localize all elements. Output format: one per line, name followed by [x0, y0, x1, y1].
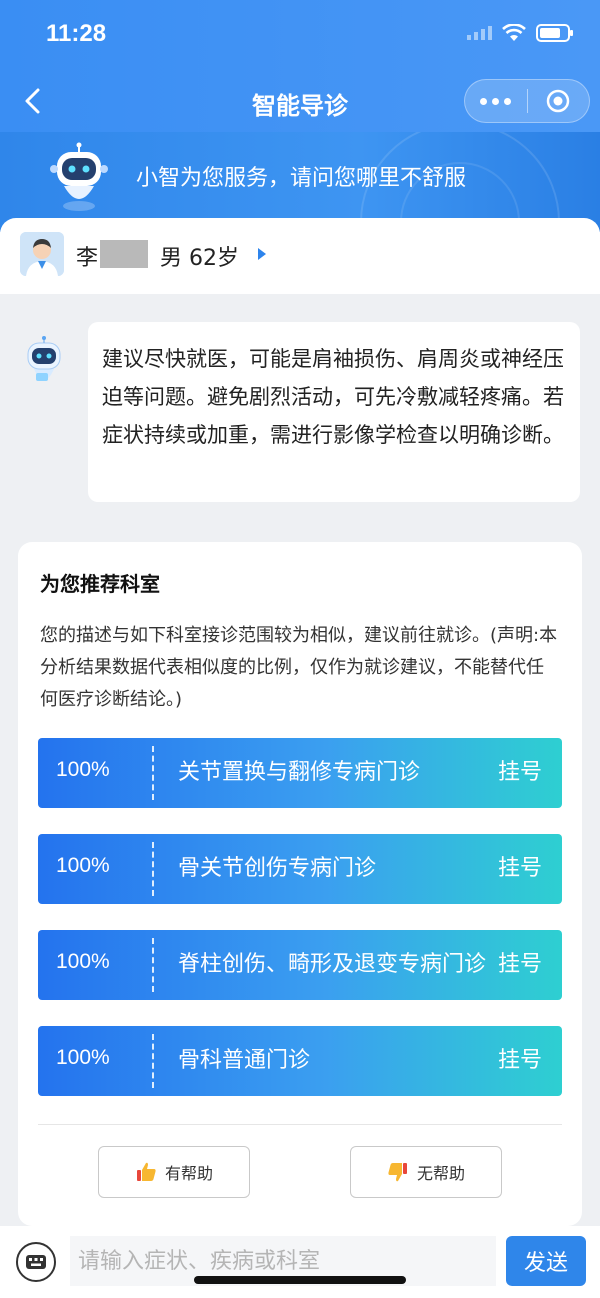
status-time: 11:28 — [46, 20, 107, 47]
home-indicator — [194, 1276, 406, 1284]
similarity-percent: 100% — [56, 758, 110, 781]
department-item[interactable]: 100% 脊柱创伤、畸形及退变专病门诊 挂号 — [38, 930, 562, 1000]
input-bar: 发送 — [0, 1226, 600, 1298]
register-button[interactable]: 挂号 — [490, 1045, 542, 1077]
send-button[interactable]: 发送 — [506, 1236, 586, 1286]
thumbs-down-icon — [388, 1163, 407, 1182]
more-dots-icon — [480, 97, 488, 105]
patient-info: 男 62岁 — [160, 246, 239, 271]
avatar — [20, 232, 64, 276]
nav-bar: 智能导诊 — [0, 70, 600, 132]
not-helpful-button[interactable]: 无帮助 — [350, 1146, 502, 1198]
wifi-icon — [502, 24, 526, 41]
recommend-description: 您的描述与如下科室接诊范围较为相似，建议前往就诊。(声明:本分析结果数据代表相似… — [40, 625, 558, 710]
patient-selector[interactable]: 李 男 62岁 — [0, 218, 600, 294]
name-redaction — [100, 240, 148, 268]
department-name: 关节置换与翻修专病门诊 — [178, 760, 421, 785]
similarity-percent: 100% — [56, 1046, 110, 1069]
patient-surname: 李 — [76, 246, 99, 271]
assistant-banner: 小智为您服务，请问您哪里不舒服 — [0, 132, 600, 232]
register-button[interactable]: 挂号 — [490, 757, 542, 789]
department-item[interactable]: 100% 骨科普通门诊 挂号 — [38, 1026, 562, 1096]
keyboard-icon — [26, 1255, 46, 1269]
similarity-percent: 100% — [56, 950, 110, 973]
register-button[interactable]: 挂号 — [490, 853, 542, 885]
signal-icon — [467, 26, 492, 40]
battery-icon — [536, 24, 573, 42]
helpful-button[interactable]: 有帮助 — [98, 1146, 250, 1198]
similarity-percent: 100% — [56, 854, 110, 877]
more-button[interactable] — [465, 79, 527, 123]
department-item[interactable]: 100% 关节置换与翻修专病门诊 挂号 — [38, 738, 562, 808]
department-item[interactable]: 100% 骨关节创伤专病门诊 挂号 — [38, 834, 562, 904]
keyboard-toggle-button[interactable] — [16, 1242, 56, 1282]
helpful-label: 有帮助 — [164, 1164, 213, 1183]
recommend-title: 为您推荐科室 — [40, 572, 160, 596]
assistant-message: 建议尽快就医，可能是肩袖损伤、肩周炎或神经压迫等问题。避免剧烈活动，可先冷敷减轻… — [88, 322, 580, 502]
register-button[interactable]: 挂号 — [490, 949, 542, 981]
robot-icon — [50, 142, 108, 211]
status-icons — [467, 24, 573, 42]
recommend-card: 为您推荐科室 您的描述与如下科室接诊范围较为相似，建议前往就诊。(声明:本分析结… — [18, 542, 582, 1226]
target-icon — [546, 89, 570, 113]
mini-program-capsule — [464, 79, 590, 123]
banner-greeting: 小智为您服务，请问您哪里不舒服 — [136, 166, 467, 191]
caret-right-icon[interactable] — [258, 248, 266, 260]
department-name: 骨关节创伤专病门诊 — [178, 856, 377, 881]
thumbs-up-icon — [136, 1162, 156, 1181]
department-name: 骨科普通门诊 — [178, 1048, 311, 1073]
status-bar: 11:28 — [0, 0, 600, 70]
header: 11:28 智能导诊 — [0, 0, 600, 135]
department-name: 脊柱创伤、畸形及退变专病门诊 — [178, 952, 487, 977]
assistant-avatar-icon — [27, 336, 61, 381]
doctor-avatar-icon — [20, 232, 64, 276]
not-helpful-label: 无帮助 — [416, 1164, 465, 1183]
close-mini-program-button[interactable] — [527, 79, 589, 123]
